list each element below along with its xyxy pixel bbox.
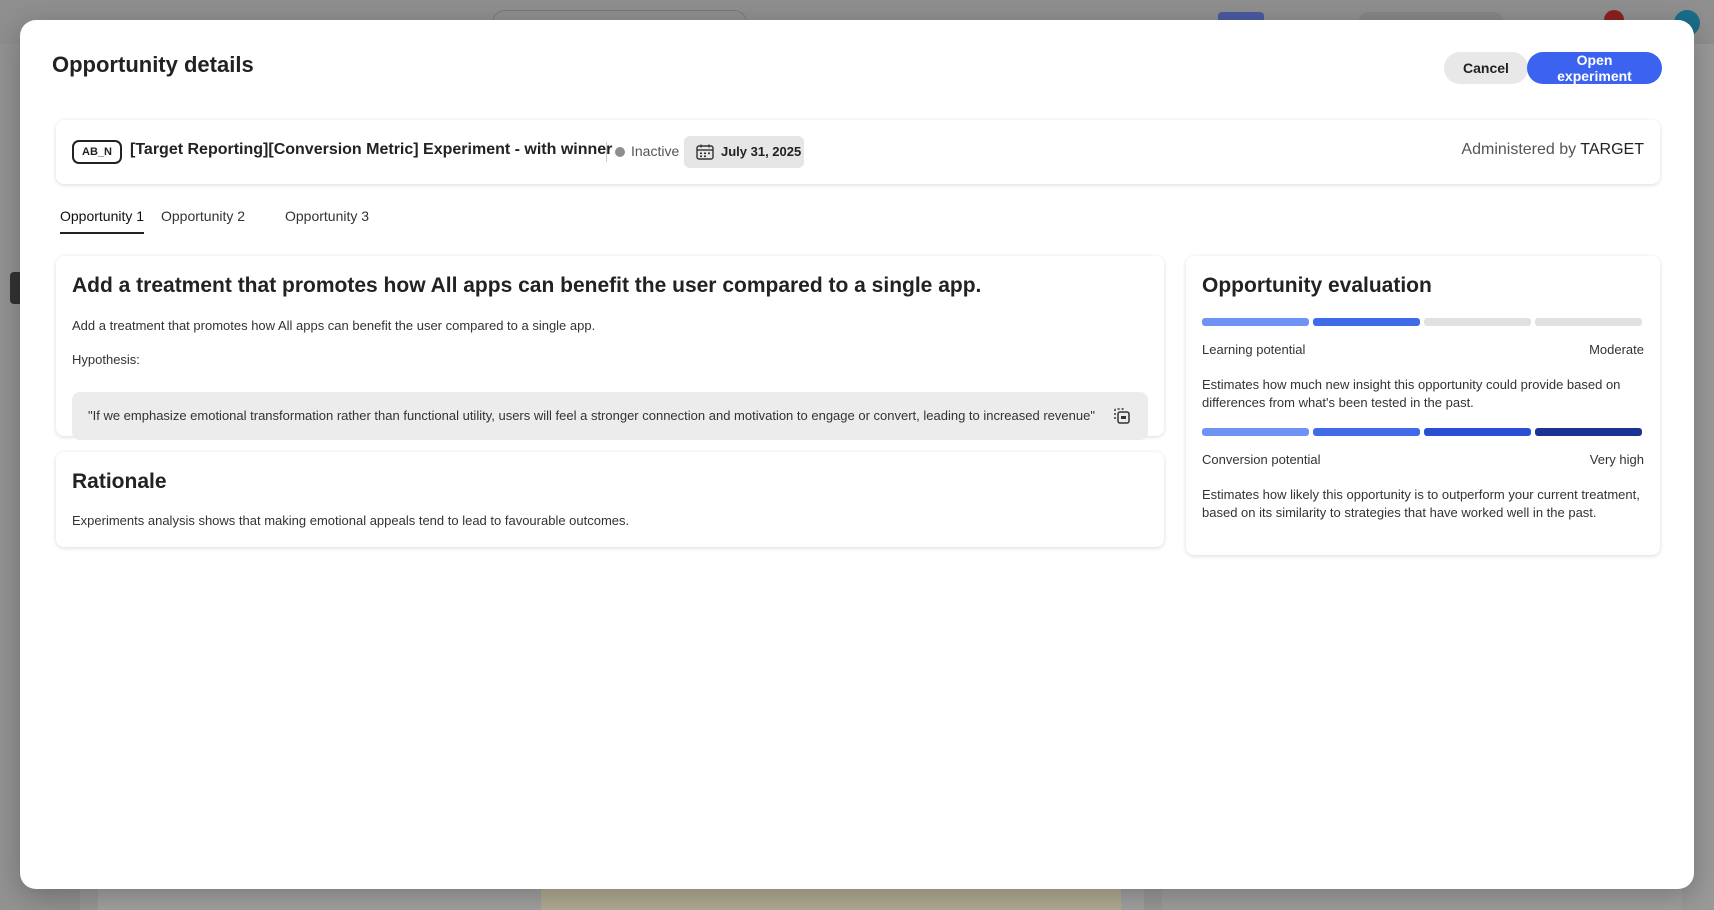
experiment-type-tag: AB_N — [72, 140, 122, 164]
hypothesis-box: "If we emphasize emotional transformatio… — [72, 392, 1148, 440]
tab-opportunity-2[interactable]: Opportunity 2 — [161, 208, 245, 232]
hypothesis-text: "If we emphasize emotional transformatio… — [88, 408, 1095, 423]
opportunity-title: Add a treatment that promotes how All ap… — [72, 274, 982, 297]
opportunity-details-modal: Opportunity details Cancel Open experime… — [20, 20, 1694, 889]
rationale-card: Rationale Experiments analysis shows tha… — [56, 452, 1164, 547]
conversion-potential-description: Estimates how likely this opportunity is… — [1202, 487, 1640, 520]
opportunity-description: Add a treatment that promotes how All ap… — [72, 318, 596, 333]
tab-opportunity-1[interactable]: Opportunity 1 — [60, 208, 145, 234]
cancel-button[interactable]: Cancel — [1444, 52, 1528, 84]
learning-potential-value: Moderate — [1589, 342, 1644, 357]
status-dot-icon — [615, 147, 625, 157]
meter-segment — [1313, 318, 1420, 326]
evaluation-title: Opportunity evaluation — [1202, 274, 1432, 297]
rationale-title: Rationale — [72, 470, 167, 493]
experiment-header: AB_N [Target Reporting][Conversion Metri… — [56, 120, 1660, 184]
evaluation-card: Opportunity evaluation Learning potentia… — [1186, 256, 1660, 555]
meter-segment — [1313, 428, 1420, 436]
date-chip: July 31, 2025 — [684, 136, 804, 168]
modal-title: Opportunity details — [52, 52, 254, 77]
rationale-text: Experiments analysis shows that making e… — [72, 513, 630, 528]
hypothesis-label: Hypothesis: — [72, 352, 140, 367]
opportunity-card: Add a treatment that promotes how All ap… — [56, 256, 1164, 440]
status-label: Inactive — [631, 143, 680, 159]
meter-segment — [1535, 428, 1642, 436]
calendar-icon — [696, 144, 714, 160]
tab-opportunity-3[interactable]: Opportunity 3 — [285, 208, 369, 232]
meter-segment — [1202, 428, 1309, 436]
divider — [606, 142, 607, 162]
administered-by: Administered by TARGET — [1461, 141, 1644, 159]
admin-prefix: Administered by — [1461, 141, 1577, 158]
meter-segment — [1202, 318, 1309, 326]
learning-potential-label: Learning potential — [1202, 342, 1306, 357]
open-experiment-button[interactable]: Open experiment — [1527, 52, 1662, 84]
conversion-potential-meter — [1202, 428, 1642, 436]
admin-name: TARGET — [1580, 141, 1644, 158]
copy-icon[interactable] — [1112, 406, 1132, 426]
conversion-potential-value: Very high — [1589, 452, 1644, 467]
learning-potential-description: Estimates how much new insight this oppo… — [1202, 377, 1621, 410]
experiment-date: July 31, 2025 — [721, 144, 802, 159]
meter-segment — [1535, 318, 1642, 326]
meter-segment — [1424, 318, 1531, 326]
learning-potential-meter — [1202, 318, 1642, 326]
meter-segment — [1424, 428, 1531, 436]
conversion-potential-label: Conversion potential — [1202, 452, 1321, 467]
background-document — [541, 888, 1121, 910]
experiment-name: [Target Reporting][Conversion Metric] Ex… — [130, 141, 613, 158]
